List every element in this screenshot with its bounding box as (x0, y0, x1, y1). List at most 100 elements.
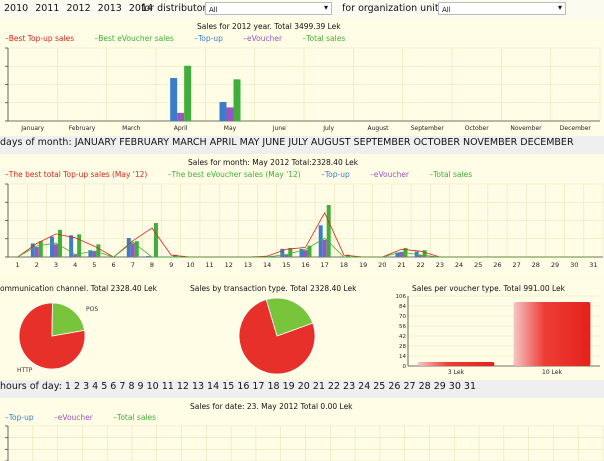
day-link[interactable]: 24 (355, 381, 370, 392)
year-chart-panel: Sales for 2012 year. Total 3499.39 Lek –… (0, 18, 604, 136)
bar-total-sales (233, 79, 241, 121)
month-link[interactable]: JUNE (259, 137, 285, 148)
day-link[interactable]: 16 (234, 381, 249, 392)
month-link[interactable]: JANUARY (75, 137, 117, 148)
x-tick-label: 16 (301, 261, 309, 269)
year-chart-svg: January February March April May June July Augu… (5, 47, 601, 132)
day-link[interactable]: 30 (446, 381, 461, 392)
month-link[interactable]: MARCH (169, 137, 207, 148)
bar-total-sales (38, 241, 43, 257)
day-link[interactable]: 11 (159, 381, 174, 392)
year-link[interactable]: 2011 (35, 3, 59, 14)
month-link[interactable]: OCTOBER (410, 137, 460, 148)
x-tick-label: 12 (225, 261, 233, 269)
y-tick-label: 28 (399, 344, 406, 350)
bar-evoucher (34, 247, 39, 257)
y-tick-label: 84 (399, 304, 406, 310)
x-tick-label: 17 (321, 261, 329, 269)
date-chart-panel: Sales for date: 23. May 2012 Total 0.00 … (0, 398, 604, 461)
day-link[interactable]: 19 (280, 381, 295, 392)
day-link[interactable]: 21 (310, 381, 325, 392)
day-link[interactable]: 9 (135, 381, 144, 392)
day-link[interactable]: 13 (189, 381, 204, 392)
day-link[interactable]: 25 (370, 381, 385, 392)
month-link[interactable]: FEBRUARY (116, 137, 169, 148)
day-link[interactable]: 10 (144, 381, 159, 392)
month-link[interactable]: NOVEMBER (460, 137, 517, 148)
day-link[interactable]: 22 (325, 381, 340, 392)
day-link[interactable]: 29 (431, 381, 446, 392)
day-link[interactable]: 23 (340, 381, 355, 392)
distributor-select[interactable]: All ▾ (205, 2, 332, 15)
hours-of-day-strip: hours of day: 1 2 3 4 5 6 7 8 9 10 11 12… (0, 380, 604, 398)
x-tick-label: May (224, 125, 237, 132)
bar-total-sales (57, 229, 62, 257)
voucher-bar (513, 301, 591, 366)
x-tick-label: 27 (512, 261, 520, 269)
transaction-pie-panel: Sales by transaction type. Total 2328.40… (190, 280, 390, 378)
x-tick-label: 28 (532, 261, 540, 269)
pie-label-http: HTTP (17, 367, 33, 374)
x-tick-label: 15 (282, 261, 290, 269)
x-tick-label: 2 (35, 261, 39, 269)
month-link[interactable]: SEPTEMBER (351, 137, 411, 148)
month-chart-svg: 1 2 3 4 5 6 7 8 9 10 11 12 13 14 15 16 17 18 19 20 21 22 23 24 2… (5, 183, 604, 269)
bar-top-up (69, 235, 74, 257)
x-tick-label: April (174, 125, 188, 132)
x-tick-label: 21 (397, 261, 405, 269)
x-tick-label: 14 (263, 261, 271, 269)
bar-top-up (49, 236, 54, 257)
bar-evoucher (226, 107, 234, 121)
org-unit-value: All (442, 6, 451, 14)
day-link[interactable]: 18 (264, 381, 279, 392)
y-tick-label: 56 (399, 324, 406, 330)
x-tick-label: 25 (474, 261, 482, 269)
distributor-label: for distributor: (141, 3, 210, 14)
y-tick-label: 14 (399, 354, 406, 360)
day-link[interactable]: 6 (107, 381, 116, 392)
bar-total-sales (153, 223, 158, 257)
voucher-chart-svg: 0 14 28 42 56 70 84 106 3 Lek 10 Lek (396, 294, 600, 376)
bar-evoucher (73, 254, 78, 257)
x-tick-label: 1 (16, 261, 20, 269)
day-link[interactable]: 12 (174, 381, 189, 392)
day-link[interactable]: 26 (385, 381, 400, 392)
hours-strip-label: hours of day: (0, 381, 62, 392)
year-link[interactable]: 2010 (4, 3, 28, 14)
x-tick-label: 29 (551, 261, 559, 269)
day-link[interactable]: 14 (204, 381, 219, 392)
month-link[interactable]: JULY (285, 137, 308, 148)
day-link[interactable]: 17 (249, 381, 264, 392)
x-tick-label: February (69, 125, 96, 132)
month-link[interactable]: APRIL (207, 137, 237, 148)
day-link[interactable]: 20 (295, 381, 310, 392)
x-tick-label: 8 (150, 261, 154, 269)
day-link[interactable]: 4 (89, 381, 98, 392)
day-link[interactable]: 27 (400, 381, 415, 392)
org-unit-select[interactable]: All ▾ (438, 2, 566, 15)
month-link[interactable]: MAY (237, 137, 260, 148)
x-tick-label: 18 (340, 261, 348, 269)
x-tick-label: 24 (455, 261, 463, 269)
day-link[interactable]: 8 (125, 381, 134, 392)
bar-evoucher (399, 252, 404, 257)
x-tick-label: 10 Lek (542, 369, 562, 376)
month-link[interactable]: AUGUST (308, 137, 351, 148)
x-tick-label: 4 (73, 261, 77, 269)
year-link[interactable]: 2013 (98, 3, 122, 14)
day-link[interactable]: 2 (71, 381, 80, 392)
day-link[interactable]: 31 (461, 381, 476, 392)
x-tick-label: 31 (589, 261, 597, 269)
day-link[interactable]: 28 (416, 381, 431, 392)
x-tick-label: August (368, 125, 390, 132)
x-tick-label: 23 (436, 261, 444, 269)
bar-total-sales (422, 250, 427, 257)
year-link[interactable]: 2012 (66, 3, 90, 14)
transaction-pie-svg (238, 297, 316, 375)
bar-total-sales (96, 244, 101, 257)
day-link[interactable]: 3 (80, 381, 89, 392)
day-link[interactable]: 15 (219, 381, 234, 392)
day-link[interactable]: 5 (98, 381, 107, 392)
x-tick-label: September (411, 125, 445, 132)
month-link[interactable]: DECEMBER (517, 137, 573, 148)
